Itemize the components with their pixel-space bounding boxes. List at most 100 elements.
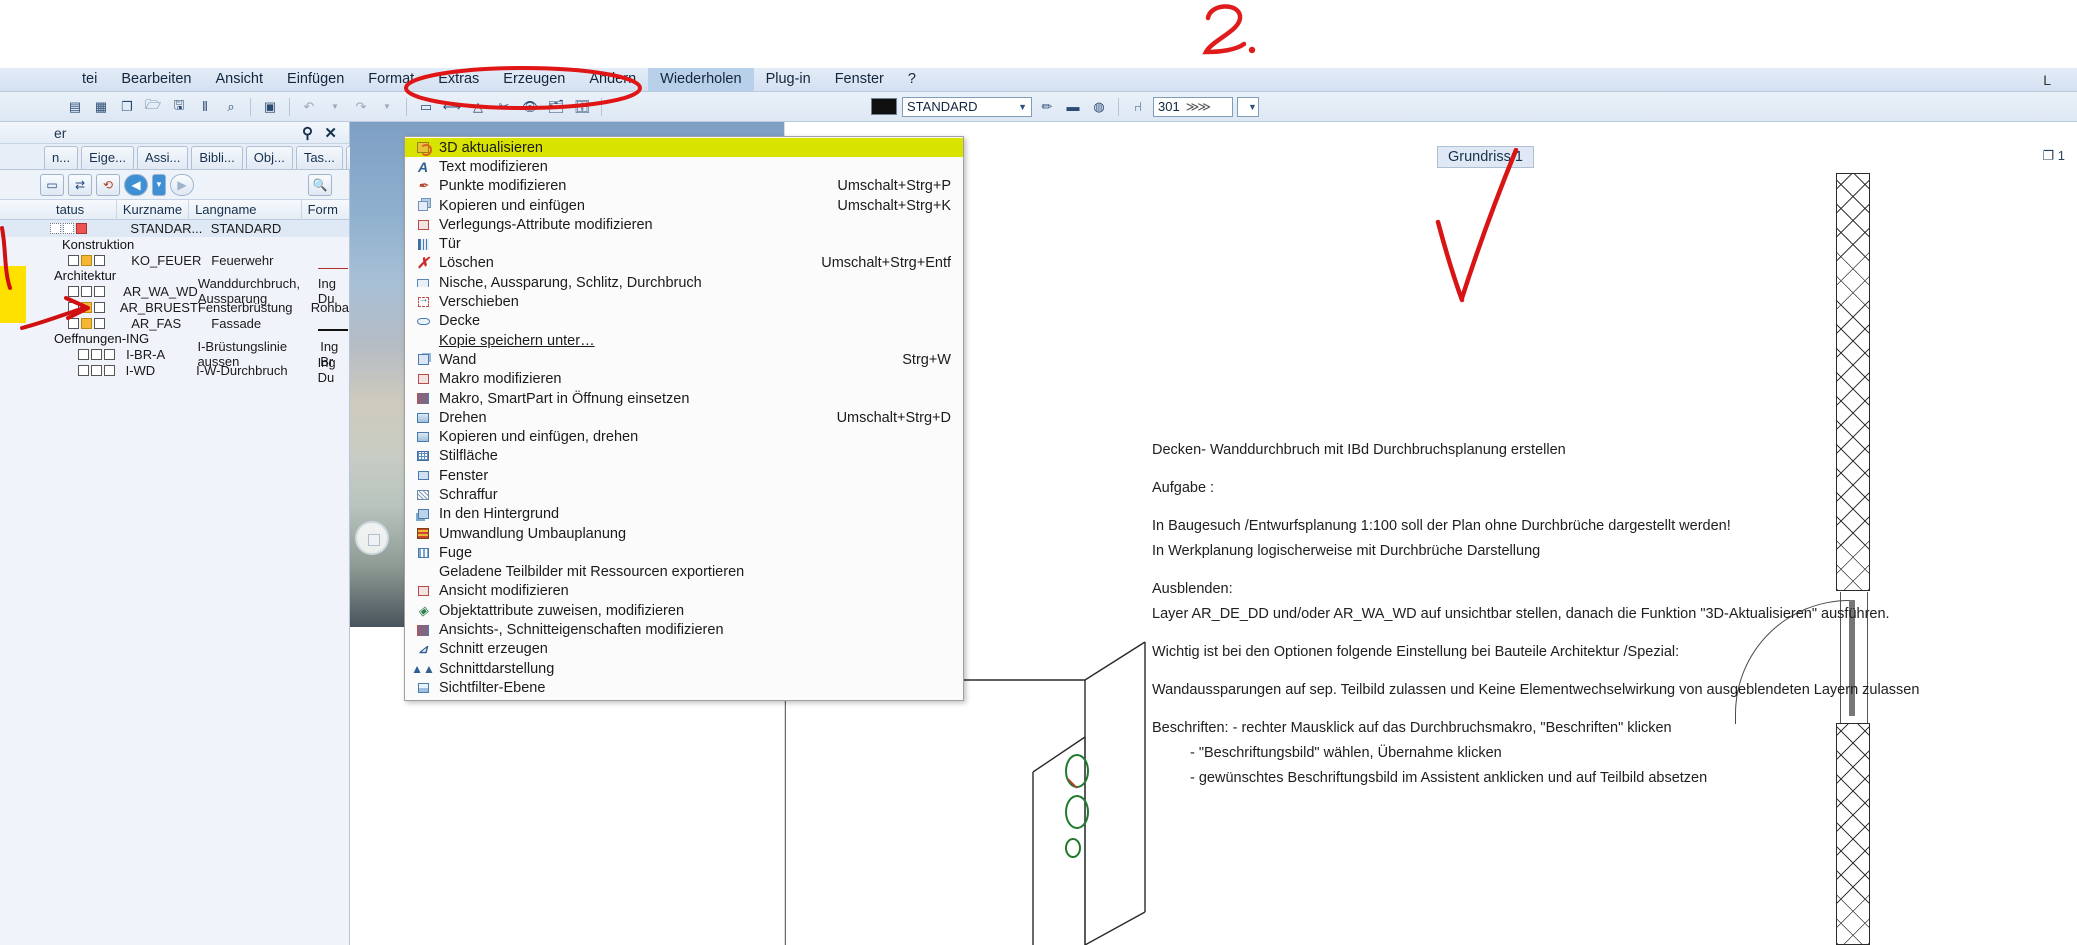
add-document-icon[interactable]: ❐ [115, 96, 139, 118]
pen-thickness-icon[interactable]: ✏ [1035, 96, 1059, 118]
layer-edit-icon[interactable]: ▭ [40, 174, 64, 196]
menu-wiederholen[interactable]: Wiederholen [648, 68, 753, 91]
menu-item-drehen[interactable]: Drehen Umschalt+Strg+D [405, 408, 963, 427]
layer-color-swatch[interactable] [76, 223, 87, 234]
menu-item-text-modifizieren[interactable]: A Text modifizieren [405, 157, 963, 176]
layer-active-checkbox[interactable] [81, 318, 92, 329]
thickness-icon[interactable]: ⦀ [193, 96, 217, 118]
menu-item-ansichts-schnitteigenschaften[interactable]: Ansichts-, Schnitteigenschaften modifizi… [405, 620, 963, 639]
menu-item-verlegungs-attribute[interactable]: Verlegungs-Attribute modifizieren [405, 215, 963, 234]
table-row[interactable]: AR_WA_WD Wanddurchbruch, Aussparung Ing … [0, 283, 349, 299]
tab-objekte[interactable]: Obj... [246, 146, 293, 169]
menu-item-kopieren-einfuegen-drehen[interactable]: Kopieren und einfügen, drehen [405, 427, 963, 446]
layer-visible-checkbox[interactable] [50, 223, 61, 234]
menu-item-nische[interactable]: Nische, Aussparung, Schlitz, Durchbruch [405, 273, 963, 292]
menu-item-wand[interactable]: Wand Strg+W [405, 350, 963, 369]
pen-combo[interactable]: 301 ≫≫ [1153, 97, 1233, 117]
layer-active-checkbox[interactable] [63, 223, 74, 234]
menu-item-schnitt-erzeugen[interactable]: ⊿ Schnitt erzeugen [405, 640, 963, 659]
menu-item-makro-modifizieren[interactable]: Makro modifizieren [405, 370, 963, 389]
menu-item-sichtfilter-ebene[interactable]: Sichtfilter-Ebene [405, 678, 963, 697]
layer-lock-checkbox[interactable] [104, 349, 115, 360]
layer-visible-checkbox[interactable] [68, 286, 79, 297]
layer-refresh-icon[interactable]: ⟲ [96, 174, 120, 196]
pen-icon[interactable]: ⑁ [1126, 96, 1150, 118]
layer-lock-checkbox[interactable] [94, 286, 105, 297]
teilbild-save-icon[interactable]: 🗄 [570, 96, 594, 118]
pen-combo-caret[interactable]: ▼ [1237, 97, 1259, 117]
layer-lock-checkbox[interactable] [94, 302, 105, 313]
undo-dropdown-icon[interactable]: ▼ [323, 96, 347, 118]
menu-plugin[interactable]: Plug-in [754, 68, 823, 91]
layer-visible-checkbox[interactable] [78, 365, 89, 376]
open-folder-icon[interactable]: 🗁 [141, 96, 165, 118]
wiederholen-dropdown-menu[interactable]: 3D aktualisieren A Text modifizieren ✒ P… [404, 136, 964, 701]
menu-item-ansicht-modifizieren[interactable]: Ansicht modifizieren [405, 582, 963, 601]
layer-next-icon[interactable]: ▶ [170, 174, 194, 196]
redo-dropdown-icon[interactable]: ▼ [375, 96, 399, 118]
menu-bearbeiten[interactable]: Bearbeiten [109, 68, 203, 91]
layer-visible-checkbox[interactable] [78, 349, 89, 360]
table-row[interactable]: STANDAR... STANDARD [0, 220, 349, 237]
menu-item-3d-aktualisieren[interactable]: 3D aktualisieren [405, 138, 963, 157]
visibility-icon[interactable]: 👁 [518, 96, 542, 118]
menu-item-tuer[interactable]: Tür [405, 234, 963, 253]
tab-assistent[interactable]: Assi... [137, 146, 188, 169]
menu-item-fuge[interactable]: Fuge [405, 543, 963, 562]
menu-item-objektattribute[interactable]: ◈ Objektattribute zuweisen, modifizieren [405, 601, 963, 620]
tab-bibliothek[interactable]: Bibli... [191, 146, 242, 169]
table-row[interactable]: AR_BRUEST Fensterbrüstung Rohba [0, 299, 349, 315]
measure-icon[interactable]: ▭ [414, 96, 438, 118]
menu-erzeugen[interactable]: Erzeugen [491, 68, 577, 91]
layer-status-cell[interactable] [50, 223, 130, 234]
layer-active-checkbox[interactable] [91, 349, 102, 360]
menu-item-loeschen[interactable]: ✗ Löschen Umschalt+Strg+Entf [405, 254, 963, 273]
layer-active-checkbox[interactable] [81, 255, 92, 266]
menu-item-teilbilder-exportieren[interactable]: Geladene Teilbilder mit Ressourcen expor… [405, 563, 963, 582]
menu-datei[interactable]: tei [70, 68, 109, 91]
layer-active-checkbox[interactable] [81, 286, 92, 297]
layer-status-cell[interactable] [68, 302, 120, 313]
undo-icon[interactable]: ↶ [297, 96, 321, 118]
teilbild-icon[interactable]: 🗂 [544, 96, 568, 118]
menu-item-decke[interactable]: Decke [405, 312, 963, 331]
layer-active-checkbox[interactable] [81, 302, 92, 313]
layer-dropdown-icon[interactable]: ▼ [152, 174, 166, 196]
table-row[interactable]: I-WD I-W-Durchbruch Ing Du [0, 362, 349, 378]
menu-aendern[interactable]: Ändern [577, 68, 648, 91]
menu-item-kopieren-einfuegen[interactable]: Kopieren und einfügen Umschalt+Strg+K [405, 196, 963, 215]
color-swatch[interactable] [871, 98, 897, 115]
layer-prev-icon[interactable]: ◀ [124, 174, 148, 196]
table-row[interactable]: AR_FAS Fassade [0, 315, 349, 331]
menu-item-in-den-hintergrund[interactable]: In den Hintergrund [405, 505, 963, 524]
layer-lock-checkbox[interactable] [94, 318, 105, 329]
layer-visible-checkbox[interactable] [68, 255, 79, 266]
menu-ansicht[interactable]: Ansicht [203, 68, 275, 91]
elevation-icon[interactable]: △ [466, 96, 490, 118]
layer-lock-checkbox[interactable] [104, 365, 115, 376]
plan-sheet[interactable]: Grundriss:1 ❐ 1 Decken- Wanddurchbruch m… [784, 122, 2077, 945]
layer-status-cell[interactable] [68, 286, 123, 297]
layer-visible-checkbox[interactable] [68, 318, 79, 329]
menu-item-umwandlung-umbauplanung[interactable]: Umwandlung Umbauplanung [405, 524, 963, 543]
column-status[interactable]: tatus [50, 200, 117, 220]
style-combo[interactable]: STANDARD ▼ [902, 97, 1032, 117]
menu-fenster[interactable]: Fenster [823, 68, 896, 91]
line-type-icon[interactable]: ▬ [1061, 96, 1085, 118]
new-document-icon[interactable]: ▤ [63, 96, 87, 118]
save-icon[interactable]: 🖫 [167, 96, 191, 118]
restore-window-icon[interactable]: ❐ 1 [2042, 148, 2065, 164]
layer-group-konstruktion[interactable]: Konstruktion [0, 237, 349, 252]
menu-item-makro-smartpart[interactable]: Makro, SmartPart in Öffnung einsetzen [405, 389, 963, 408]
view-label[interactable]: Grundriss:1 [1437, 146, 1534, 168]
menu-extras[interactable]: Extras [426, 68, 491, 91]
column-kurzname[interactable]: Kurzname [117, 200, 189, 220]
layout-icon[interactable]: ▣ [258, 96, 282, 118]
menu-item-fenster[interactable]: Fenster [405, 466, 963, 485]
menu-help[interactable]: ? [896, 68, 928, 91]
navigation-wheel-icon[interactable] [355, 521, 389, 555]
zoom-window-icon[interactable]: ⌕ [219, 96, 243, 118]
tab-tasks[interactable]: Tas... [296, 146, 343, 169]
layer-status-cell[interactable] [78, 365, 126, 376]
layer-status-cell[interactable] [68, 255, 131, 266]
